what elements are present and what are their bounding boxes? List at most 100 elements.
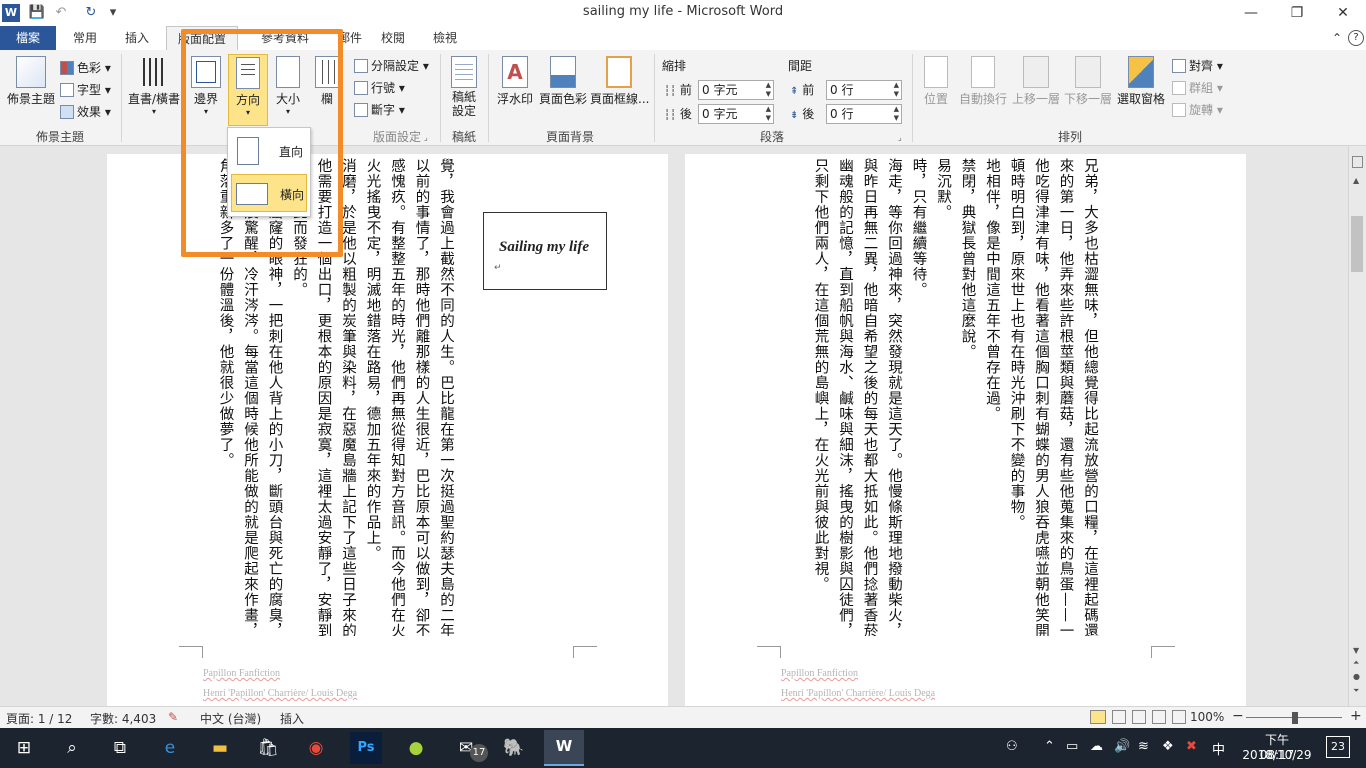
- watermark-button[interactable]: A 浮水印: [492, 54, 538, 124]
- antivirus-icon[interactable]: ✖: [1186, 739, 1197, 754]
- vertical-scrollbar[interactable]: ▲ ▼ ⏶ ● ⏷: [1348, 146, 1366, 706]
- ime-indicator[interactable]: 中: [1212, 739, 1225, 758]
- insert-mode[interactable]: 插入: [280, 710, 304, 727]
- paragraph-launcher-icon[interactable]: ⌟: [898, 128, 902, 148]
- next-page-icon[interactable]: ⏷: [1353, 686, 1359, 696]
- text-direction-button[interactable]: 直書/橫書 ▾: [126, 54, 182, 124]
- effects-button[interactable]: 效果 ▾: [60, 102, 111, 122]
- zoom-slider-handle[interactable]: [1292, 712, 1298, 724]
- text-column[interactable]: 地相伴，像是中間這五年不曾存在過。: [980, 158, 1004, 422]
- draft-icon[interactable]: [1172, 710, 1186, 724]
- breaks-button[interactable]: 分隔設定 ▾: [354, 56, 429, 76]
- spin-arrows-icon[interactable]: ▲ ▼: [894, 81, 899, 99]
- file-explorer-icon[interactable]: ▬: [204, 732, 236, 764]
- manuscript-button[interactable]: 稿紙 設定: [444, 54, 484, 124]
- tab-insert[interactable]: 插入: [114, 26, 160, 50]
- text-column[interactable]: 與昨日再無二異，他暗自希望之後的每天也都大抵如此。他們捻著香菸，在這斑: [858, 158, 882, 636]
- evernote-icon[interactable]: 🐘: [498, 732, 530, 764]
- page-borders-button[interactable]: 頁面框線...: [590, 54, 649, 124]
- page-setup-launcher-icon[interactable]: ⌟: [424, 128, 428, 148]
- spacing-after-input[interactable]: 0 行 ▲ ▼: [826, 104, 902, 124]
- ruler-toggle-icon[interactable]: [1352, 156, 1363, 168]
- print-layout-icon[interactable]: [1090, 710, 1106, 724]
- show-hidden-icons-icon[interactable]: ⌃: [1044, 739, 1055, 754]
- wifi-icon[interactable]: ≋: [1138, 739, 1149, 754]
- outline-icon[interactable]: [1152, 710, 1166, 724]
- indent-after-input[interactable]: 0 字元 ▲ ▼: [698, 104, 774, 124]
- align-button[interactable]: 對齊 ▾: [1172, 56, 1223, 76]
- zoom-level[interactable]: 100%: [1190, 710, 1224, 724]
- text-column[interactable]: 兄弟，大多也枯澀無味，但他總覺得比起流放營的口糧，在這裡起碼還保有一點自己: [1078, 158, 1102, 636]
- minimize-button[interactable]: —: [1228, 0, 1274, 26]
- edge-browser-icon[interactable]: e: [154, 732, 186, 764]
- tab-view[interactable]: 檢視: [422, 26, 468, 50]
- collapse-ribbon-icon[interactable]: ⌃: [1330, 26, 1344, 50]
- text-column[interactable]: 以前的事情了，那時他們離那樣的人生很近，巴比原本可以做到，卻不顧一切地: [410, 158, 434, 636]
- spin-arrows-icon[interactable]: ▲ ▼: [894, 105, 899, 123]
- volume-icon[interactable]: 🔊: [1114, 739, 1130, 754]
- word-count[interactable]: 字數: 4,403: [90, 710, 156, 727]
- tab-review[interactable]: 校閱: [370, 26, 416, 50]
- page-color-button[interactable]: 頁面色彩: [538, 54, 588, 124]
- page-count[interactable]: 頁面: 1 / 12: [6, 710, 72, 727]
- text-column[interactable]: 他吃得津津有味，他看著這個胸口刺有蝴蝶的男人狼吞虎嚥並朝他笑開（那幾乎: [1029, 158, 1053, 636]
- text-column[interactable]: 火光搖曳不定，明滅地錯落在路易，德加五年來的作品上。: [361, 158, 385, 561]
- photoshop-icon[interactable]: Ps: [350, 732, 382, 764]
- close-button[interactable]: ✕: [1320, 0, 1366, 26]
- themes-button[interactable]: 佈景主題: [4, 54, 58, 124]
- position-button[interactable]: 位置: [916, 54, 956, 124]
- battery-icon[interactable]: ▭: [1066, 739, 1078, 754]
- indent-before-input[interactable]: 0 字元 ▲ ▼: [698, 80, 774, 100]
- scroll-down-icon[interactable]: ▼: [1353, 646, 1359, 655]
- spin-arrows-icon[interactable]: ▲ ▼: [766, 81, 771, 99]
- people-icon[interactable]: ⚇: [1006, 739, 1018, 754]
- spacing-before-input[interactable]: 0 行 ▲ ▼: [826, 80, 902, 100]
- zoom-out-button[interactable]: −: [1232, 708, 1244, 724]
- text-column[interactable]: 易沉默。: [931, 158, 955, 220]
- tab-home[interactable]: 常用: [62, 26, 108, 50]
- read-mode-icon[interactable]: [1112, 710, 1126, 724]
- text-column[interactable]: 頓時明白到，原來世上也有在時光沖刷下不變的事物。: [1005, 158, 1029, 530]
- restore-button[interactable]: ❐: [1274, 0, 1320, 26]
- clock-date[interactable]: 2018/10/29: [1238, 748, 1316, 762]
- previous-page-icon[interactable]: ⏶: [1353, 658, 1359, 668]
- rotate-button[interactable]: 旋轉 ▾: [1172, 100, 1223, 120]
- language-indicator[interactable]: 中文 (台灣): [200, 710, 261, 727]
- scroll-up-icon[interactable]: ▲: [1353, 176, 1359, 185]
- text-column[interactable]: 禁閉，典獄長曾對他這麼說。: [956, 158, 980, 360]
- text-column[interactable]: 感愧疚。有整整五年的時光，他們再無從得知對方音訊。而今他們在火堆前並肩: [385, 158, 409, 636]
- colors-button[interactable]: 色彩 ▾: [60, 58, 111, 78]
- app-icon[interactable]: ●: [400, 732, 432, 764]
- send-backward-button[interactable]: 下移一層: [1062, 54, 1114, 124]
- spin-arrows-icon[interactable]: ▲ ▼: [766, 105, 771, 123]
- text-column[interactable]: 覺，我會過上截然不同的人生。巴比龍在第一次挺過聖約瑟夫島的二年禁閉後對他: [434, 158, 458, 636]
- tab-file[interactable]: 檔案: [0, 26, 56, 50]
- text-column[interactable]: 來的第一日，他弄來些許根莖類與蘑菇，還有些他蒐集來的鳥蛋——一頓實在稱: [1054, 158, 1078, 636]
- task-view-icon[interactable]: ⧉: [104, 732, 136, 764]
- dropbox-icon[interactable]: ❖: [1162, 739, 1174, 754]
- page-right[interactable]: 兄弟，大多也枯澀無味，但他總覺得比起流放營的口糧，在這裡起碼還保有一點自己 來的第…: [685, 154, 1246, 706]
- help-icon[interactable]: ?: [1348, 30, 1364, 46]
- bring-forward-button[interactable]: 上移一層: [1010, 54, 1062, 124]
- fonts-button[interactable]: 字型 ▾: [60, 80, 111, 100]
- web-layout-icon[interactable]: [1132, 710, 1146, 724]
- title-textbox[interactable]: Sailing my life ↵: [483, 212, 607, 290]
- chrome-icon[interactable]: ◉: [300, 732, 332, 764]
- line-numbers-button[interactable]: 行號 ▾: [354, 78, 405, 98]
- notifications-icon[interactable]: 23: [1326, 736, 1350, 758]
- word-taskbar-icon[interactable]: W: [544, 730, 584, 766]
- text-column[interactable]: 海走，等你回過神來，突然發現就是這天了。他慢條斯理地撥動柴火，巴比在他: [882, 158, 906, 636]
- onedrive-icon[interactable]: ☁: [1090, 739, 1103, 754]
- text-column[interactable]: 幽魂般的記憶，直到船帆與海水、鹹味與細沫，搖曳的樹影與囚徒們，都在這面: [833, 158, 857, 636]
- proofing-icon[interactable]: ✎: [168, 710, 178, 724]
- wrap-text-button[interactable]: 自動換行: [958, 54, 1008, 124]
- hyphenation-button[interactable]: 斷字 ▾: [354, 100, 405, 120]
- zoom-in-button[interactable]: +: [1350, 708, 1362, 724]
- text-column[interactable]: 只剩下他們兩人，在這個荒無的島嶼上，在火光前與彼此對視。: [809, 158, 833, 592]
- selection-pane-button[interactable]: 選取窗格: [1114, 54, 1168, 124]
- start-windows-icon[interactable]: ⊞: [8, 732, 40, 764]
- search-icon[interactable]: ⌕: [56, 732, 88, 764]
- browse-object-icon[interactable]: ●: [1353, 672, 1360, 681]
- store-icon[interactable]: 🛍: [252, 732, 284, 764]
- text-column[interactable]: 時，只有繼續等待。: [907, 158, 931, 298]
